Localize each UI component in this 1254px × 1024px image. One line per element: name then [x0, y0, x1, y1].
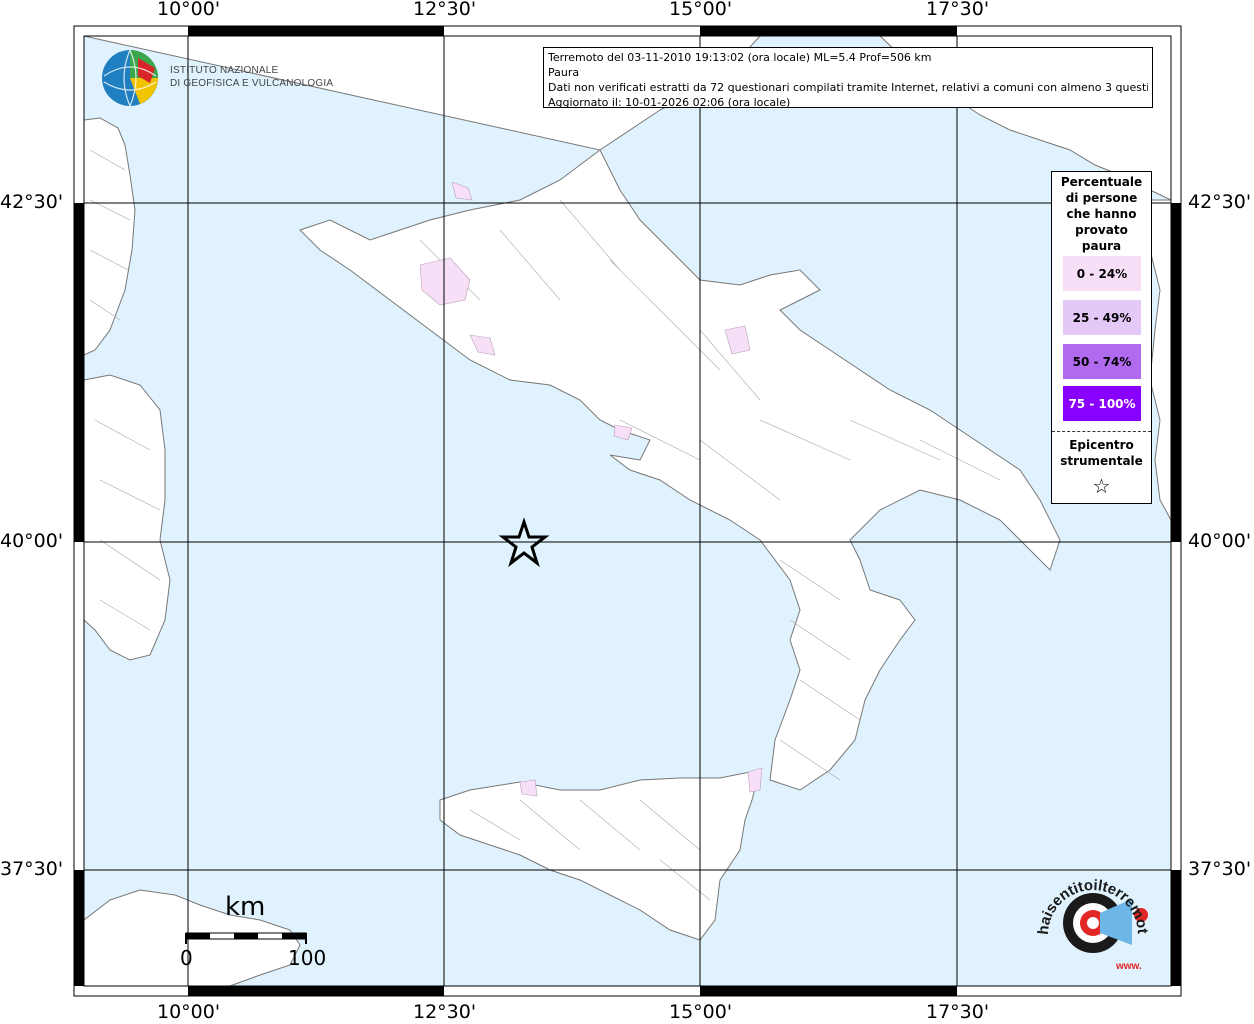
ingv-line-1: ISTITUTO NAZIONALE	[170, 65, 279, 76]
scale-min: 0	[180, 946, 193, 970]
lon-label-bottom-2: 12°30'	[413, 1001, 477, 1023]
legend-title-line-2: di persone	[1065, 191, 1138, 205]
event-info-box: Terremoto del 03-11-2010 19:13:02 (ora l…	[543, 47, 1153, 109]
lat-label-left-1: 42°30'	[0, 191, 64, 213]
legend: Percentuale di persone che hanno provato…	[1051, 171, 1152, 504]
lon-label-bottom-3: 15°00'	[669, 1001, 733, 1023]
event-title: Terremoto del 03-11-2010 19:13:02 (ora l…	[548, 51, 932, 64]
legend-epicenter-label: Epicentro strumentale	[1052, 437, 1151, 469]
event-updated: Aggiornato il: 10-01-2026 02:06 (ora loc…	[548, 96, 791, 109]
legend-title-line-4: provato	[1075, 223, 1128, 237]
legend-epicenter-line-1: Epicentro	[1069, 438, 1134, 452]
legend-class-25-49: 25 - 49%	[1063, 300, 1141, 335]
legend-title: Percentuale di persone che hanno provato…	[1052, 174, 1151, 254]
lat-label-right-3: 37°30'	[1188, 858, 1252, 880]
lon-label-bottom-4: 17°30'	[926, 1001, 990, 1023]
lon-label-top-4: 17°30'	[926, 0, 990, 20]
lat-label-left-3: 37°30'	[0, 858, 64, 880]
lon-label-top-1: 10°00'	[157, 0, 221, 20]
legend-title-line-3: che hanno	[1066, 207, 1137, 221]
star-outline-icon: ☆	[1092, 474, 1111, 498]
scale-unit: km	[225, 892, 266, 922]
legend-class-50-74: 50 - 74%	[1063, 344, 1141, 379]
haisentito-logo: haisentitoilterremoto.it www.	[1028, 865, 1151, 972]
lon-label-top-3: 15°00'	[669, 0, 733, 20]
sardinia	[83, 374, 171, 661]
lat-label-left-2: 40°00'	[0, 530, 64, 552]
ingv-logo-text: ISTITUTO NAZIONALE DI GEOFISICA E VULCAN…	[170, 64, 333, 90]
event-disclaimer: Dati non verificati estratti da 72 quest…	[548, 81, 1148, 94]
lon-label-bottom-1: 10°00'	[157, 1001, 221, 1023]
legend-class-0-24: 0 - 24%	[1063, 256, 1141, 291]
felt-area-messina	[747, 767, 763, 793]
ingv-line-2: DI GEOFISICA E VULCANOLOGIA	[170, 78, 334, 89]
scale-max: 100	[288, 946, 327, 970]
legend-separator	[1052, 431, 1151, 432]
watermark-prefix: www.	[1115, 961, 1142, 972]
legend-class-75-100: 75 - 100%	[1063, 386, 1141, 421]
felt-area-palermo	[519, 779, 538, 797]
event-subject: Paura	[548, 66, 580, 79]
lat-label-right-1: 42°30'	[1188, 191, 1252, 213]
legend-title-line-5: paura	[1081, 239, 1122, 253]
lat-label-right-2: 40°00'	[1188, 530, 1252, 552]
legend-title-line-1: Percentuale	[1060, 175, 1143, 189]
lon-label-top-2: 12°30'	[413, 0, 477, 20]
legend-epicenter-line-2: strumentale	[1060, 454, 1143, 468]
